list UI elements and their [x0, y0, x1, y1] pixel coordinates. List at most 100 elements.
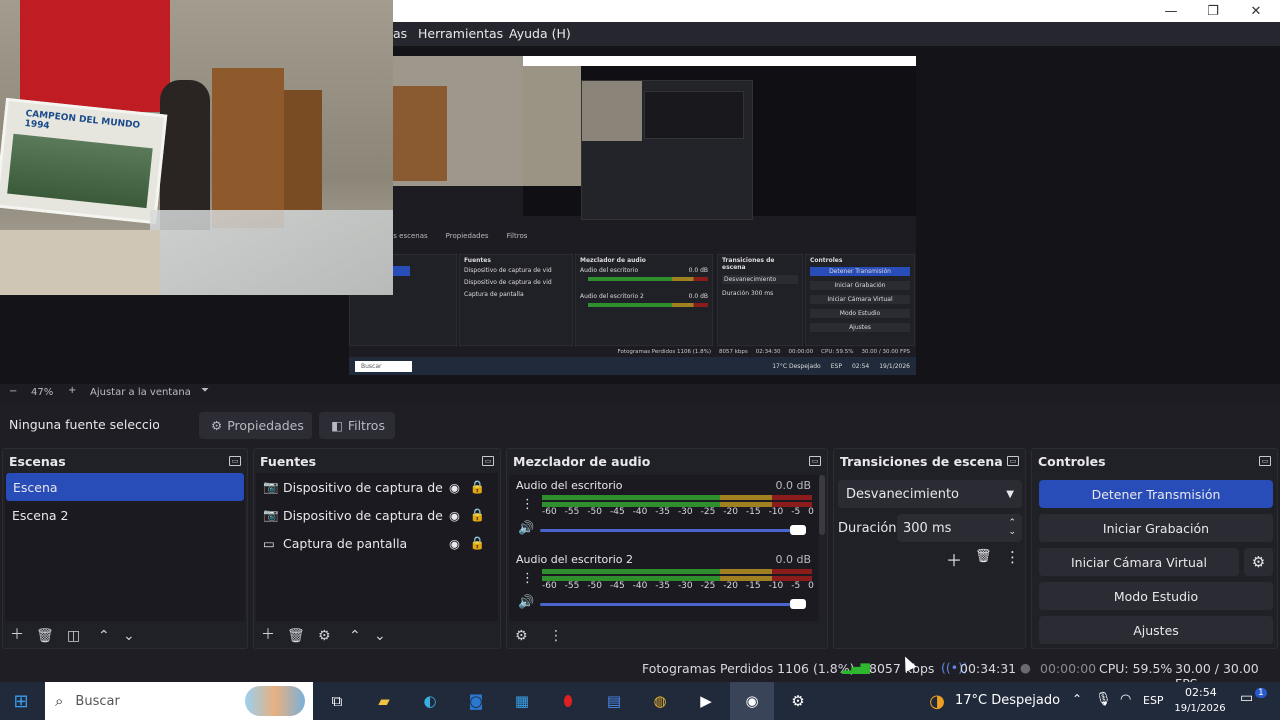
mixer-scrollbar[interactable]	[819, 475, 825, 535]
restore-icon: ❐	[1207, 3, 1219, 19]
media-player-icon[interactable]: ▶	[694, 690, 718, 712]
move-down-icon[interactable]: ⌄	[374, 628, 386, 644]
nested-duration-value: 300 ms	[750, 290, 774, 297]
stop-stream-button[interactable]: Detener Transmisión	[1039, 480, 1273, 508]
slider-knob[interactable]	[790, 599, 806, 609]
undock-icon[interactable]: ▭	[1259, 456, 1271, 466]
controls-title: Controles	[1038, 453, 1106, 469]
settings-button[interactable]: Ajustes	[1039, 616, 1273, 644]
search-placeholder: Buscar	[75, 693, 120, 709]
windows-start-icon[interactable]: ⊞	[9, 690, 33, 712]
lock-icon[interactable]: 🔒	[470, 479, 486, 495]
record-icon: ●	[1020, 660, 1031, 675]
kebab-icon[interactable]: ⋮	[521, 571, 534, 586]
menu-item-ayuda[interactable]: Ayuda (H)	[509, 26, 571, 41]
add-scene-icon[interactable]: ＋	[10, 624, 24, 644]
undock-icon[interactable]: ▭	[229, 456, 241, 466]
undock-icon[interactable]: ▭	[482, 456, 494, 466]
nested-preview	[523, 66, 916, 220]
fit-window-label[interactable]: Ajustar a la ventana	[90, 387, 191, 398]
clock-time[interactable]: 02:54	[1185, 686, 1217, 699]
nested-control-5: Ajustes	[810, 323, 910, 332]
trash-icon[interactable]: 🗑	[287, 628, 305, 644]
edge-icon[interactable]: ◐	[418, 690, 442, 712]
source-item[interactable]: ▭ Captura de pantalla ◉ 🔒	[256, 529, 498, 557]
filters-button[interactable]: ◧ Filtros	[319, 412, 395, 439]
app-red-icon[interactable]: ⬮	[556, 690, 580, 712]
minimize-button[interactable]: —	[1148, 0, 1194, 22]
scenes-dock: Escenas ▭ Escena Escena 2 ＋ 🗑 ◫ ⌃ ⌄	[2, 448, 248, 649]
properties-bar: Ninguna fuente seleccionad ⚙Propiedades …	[0, 402, 1280, 446]
move-down-icon[interactable]: ⌄	[123, 628, 135, 644]
lock-icon[interactable]: 🔒	[470, 507, 486, 523]
restore-button[interactable]: ❐	[1190, 0, 1236, 22]
nested-cabinet	[389, 86, 447, 181]
trash-icon[interactable]: 🗑	[975, 549, 992, 564]
stepper-icon[interactable]: ⌃ ⌄	[1008, 519, 1016, 537]
scene-item-escena-2[interactable]: Escena 2	[5, 501, 245, 529]
transition-select[interactable]: Desvanecimiento ▼	[838, 480, 1022, 508]
zoom-out-button[interactable]: −	[9, 386, 17, 397]
wifi-icon[interactable]: ◠	[1120, 692, 1131, 707]
volume-slider[interactable]	[540, 599, 806, 609]
obs-taskbar-active[interactable]: ◉	[730, 682, 774, 720]
virtual-camera-settings-button[interactable]: ⚙	[1244, 548, 1273, 576]
speaker-icon[interactable]: 🔊	[518, 521, 534, 536]
chevron-up-icon[interactable]: ⌃	[1072, 692, 1082, 706]
task-view-icon[interactable]: ⧉	[325, 690, 349, 712]
undock-icon[interactable]: ▭	[1007, 456, 1019, 466]
move-up-icon[interactable]: ⌃	[349, 628, 361, 644]
properties-button[interactable]: ⚙ Propiedades	[199, 412, 312, 439]
eye-icon[interactable]: ◉	[449, 536, 460, 551]
studio-mode-button[interactable]: Modo Estudio	[1039, 582, 1273, 610]
microphone-icon[interactable]: 🎙	[1095, 692, 1112, 707]
language-indicator[interactable]: ESP	[1143, 694, 1164, 707]
zoom-in-button[interactable]: +	[68, 385, 76, 396]
notepad-icon[interactable]: ▤	[602, 690, 626, 712]
preview-canvas[interactable]: os escenas Propiedades Filtros Fuentes D…	[349, 56, 916, 375]
volume-slider[interactable]	[540, 525, 806, 535]
add-transition-icon[interactable]: ＋	[946, 547, 962, 571]
file-explorer-icon[interactable]: ▰	[372, 690, 396, 712]
outlook-icon[interactable]: ◙	[464, 690, 488, 712]
lock-icon[interactable]: 🔒	[470, 535, 486, 551]
weather-text[interactable]: 17°C Despejado	[955, 693, 1060, 708]
nested-lang: ESP	[830, 362, 842, 370]
clock-date[interactable]: 19/1/2026	[1172, 703, 1228, 714]
notification-icon[interactable]: ▭	[1240, 690, 1253, 706]
menu-item-partial[interactable]: as	[393, 26, 407, 41]
weather-icon[interactable]: ◑	[925, 690, 949, 712]
scene-filter-icon[interactable]: ◫	[67, 628, 80, 644]
kebab-icon[interactable]: ⋮	[549, 628, 563, 644]
start-virtual-camera-button[interactable]: Iniciar Cámara Virtual	[1039, 548, 1239, 576]
kebab-icon[interactable]: ⋮	[521, 497, 534, 512]
zoom-value: 47%	[31, 387, 54, 398]
settings-gear-icon[interactable]: ⚙	[786, 690, 810, 712]
taskbar-search[interactable]: ⌕ Buscar	[45, 682, 313, 720]
store-icon[interactable]: ▦	[510, 690, 534, 712]
zoom-dropdown-icon[interactable]: ⏷	[201, 385, 209, 396]
start-recording-button[interactable]: Iniciar Grabación	[1039, 514, 1273, 542]
trash-icon[interactable]: 🗑	[36, 628, 54, 644]
nested-filters-label: Filtros	[506, 232, 528, 240]
mixer-settings-icon[interactable]: ⚙	[515, 628, 528, 644]
nested-source-1: Dispositivo de captura de vid	[464, 267, 552, 274]
menu-item-herramientas[interactable]: Herramientas	[418, 26, 503, 41]
speaker-icon[interactable]: 🔊	[518, 595, 534, 610]
close-window-button[interactable]: ✕	[1233, 0, 1279, 22]
eye-icon[interactable]: ◉	[449, 480, 460, 495]
source-item[interactable]: 📷 Dispositivo de captura de vid ◉ 🔒	[256, 501, 498, 529]
add-source-icon[interactable]: ＋	[261, 624, 275, 644]
undock-icon[interactable]: ▭	[809, 456, 821, 466]
slider-knob[interactable]	[790, 525, 806, 535]
audio-mixer-dock: Mezclador de audio ▭ Audio del escritori…	[506, 448, 828, 649]
gear-icon[interactable]: ⚙	[318, 628, 331, 644]
duration-spinbox[interactable]: 300 ms ⌃ ⌄	[897, 514, 1022, 542]
eye-icon[interactable]: ◉	[449, 508, 460, 523]
chrome-icon[interactable]: ◍	[648, 690, 672, 712]
scene-item-escena[interactable]: Escena	[6, 473, 244, 501]
source-item[interactable]: 📷 Dispositivo de captura de vid ◉ 🔒	[256, 473, 498, 501]
kebab-icon[interactable]: ⋮	[1005, 548, 1020, 566]
move-up-icon[interactable]: ⌃	[98, 628, 110, 644]
channel-db: 0.0 dB	[775, 553, 811, 566]
